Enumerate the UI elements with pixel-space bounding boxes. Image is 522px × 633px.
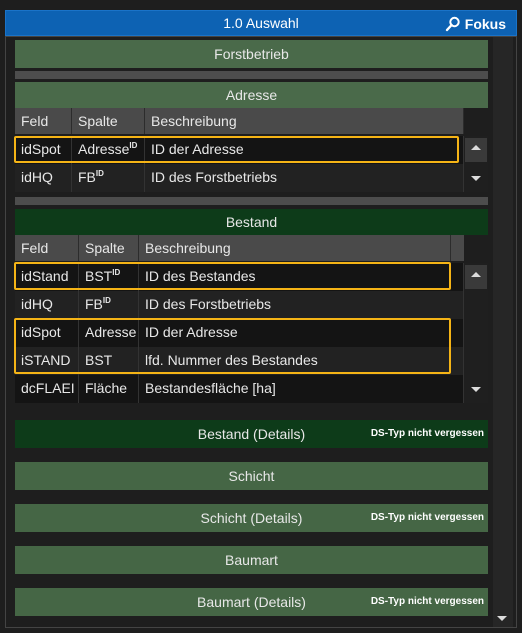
table-row[interactable]: idHQ FBID ID des Forstbetriebs — [15, 164, 464, 192]
cell-spalte: Fläche — [79, 375, 139, 403]
cell-feld: idSpot — [15, 319, 79, 347]
section-bestand-details[interactable]: Bestand (Details) DS-Typ nicht vergessen — [15, 420, 488, 448]
column-header-beschreibung[interactable]: Beschreibung — [145, 108, 464, 134]
cell-spalte: BST — [79, 347, 139, 375]
section-divider — [15, 71, 488, 79]
cell-spalte: AdresseID — [72, 136, 145, 164]
cell-feld: idSpot — [15, 136, 72, 164]
section-baumart[interactable]: Baumart — [15, 546, 488, 574]
id-marker: ID — [112, 268, 121, 277]
section-baumart-details[interactable]: Baumart (Details) DS-Typ nicht vergessen — [15, 588, 488, 616]
adresse-grid-header: Feld Spalte Beschreibung — [15, 108, 464, 134]
section-forstbetrieb[interactable]: Forstbetrieb — [15, 40, 488, 68]
arrow-up-icon[interactable] — [471, 145, 481, 150]
arrow-down-icon[interactable] — [471, 176, 481, 181]
section-adresse[interactable]: Adresse — [15, 82, 488, 108]
cell-beschreibung: lfd. Nummer des Bestandes — [139, 347, 464, 375]
bestand-grid-scrollbar[interactable] — [464, 263, 488, 403]
cell-spalte: FBID — [72, 164, 145, 192]
cell-spalte-text: Fläche — [85, 380, 128, 396]
column-header-spalte[interactable]: Spalte — [72, 108, 145, 134]
column-header-beschreibung[interactable]: Beschreibung — [139, 235, 451, 261]
cell-beschreibung: Bestandesfläche [ha] — [139, 375, 464, 403]
search-icon — [445, 16, 460, 32]
selection-panel: Forstbetrieb Adresse Feld Spalte Beschre… — [5, 36, 517, 628]
cell-feld: iSTAND — [15, 347, 79, 375]
bestand-grid-header: Feld Spalte Beschreibung — [15, 235, 464, 261]
cell-spalte: FBID — [79, 291, 139, 319]
cell-feld: idHQ — [15, 291, 79, 319]
focus-button[interactable]: Fokus — [445, 14, 506, 34]
table-row[interactable]: iSTAND BST lfd. Nummer des Bestandes — [15, 347, 464, 375]
window-title: 1.0 Auswahl — [223, 15, 299, 31]
cell-spalte-text: FB — [85, 296, 103, 312]
section-bestand[interactable]: Bestand — [15, 209, 488, 235]
id-marker: ID — [129, 141, 138, 150]
ds-type-note: DS-Typ nicht vergessen — [370, 596, 484, 607]
panel-scrollbar[interactable] — [493, 37, 513, 627]
cell-spalte-text: Adresse — [78, 141, 130, 157]
table-row[interactable]: idSpot Adresse ID der Adresse — [15, 319, 464, 347]
cell-feld: idHQ — [15, 164, 72, 192]
scrollbar-thumb[interactable] — [465, 265, 487, 289]
table-row[interactable]: idHQ FBID ID des Forstbetriebs — [15, 291, 464, 319]
ds-type-note: DS-Typ nicht vergessen — [370, 512, 484, 523]
window-titlebar: 1.0 Auswahl Fokus — [0, 0, 522, 36]
adresse-grid-scrollbar[interactable] — [464, 136, 488, 192]
cell-spalte-text: BST — [85, 352, 113, 368]
section-schicht[interactable]: Schicht — [15, 462, 488, 490]
cell-beschreibung: ID der Adresse — [139, 319, 464, 347]
table-row[interactable]: idStand BSTID ID des Bestandes — [15, 263, 464, 291]
cell-spalte: Adresse — [79, 319, 139, 347]
cell-spalte: BSTID — [79, 263, 139, 291]
cell-spalte-text: FB — [78, 169, 96, 185]
title-bar: 1.0 Auswahl Fokus — [5, 10, 517, 36]
bestand-grid: Feld Spalte Beschreibung idStand BSTID I… — [14, 235, 488, 407]
cell-spalte-text: Adresse — [85, 324, 137, 340]
cell-beschreibung: ID des Bestandes — [139, 263, 464, 291]
table-row[interactable]: dcFLAEI Fläche Bestandesfläche [ha] — [15, 375, 464, 403]
cell-spalte-text: BST — [85, 268, 113, 284]
column-header-feld[interactable]: Feld — [15, 108, 72, 134]
column-header-spalte[interactable]: Spalte — [79, 235, 139, 261]
ds-type-note: DS-Typ nicht vergessen — [370, 428, 484, 439]
section-divider — [15, 197, 488, 205]
scrollbar-thumb[interactable] — [465, 138, 487, 162]
focus-label: Fokus — [464, 16, 506, 32]
cell-beschreibung: ID der Adresse — [145, 136, 464, 164]
arrow-down-icon[interactable] — [497, 616, 507, 621]
cell-feld: dcFLAEI — [15, 375, 79, 403]
table-row[interactable]: idSpot AdresseID ID der Adresse — [15, 136, 464, 164]
adresse-grid: Feld Spalte Beschreibung idSpot AdresseI… — [14, 108, 488, 194]
cell-beschreibung: ID des Forstbetriebs — [145, 164, 464, 192]
column-header-feld[interactable]: Feld — [15, 235, 79, 261]
cell-beschreibung: ID des Forstbetriebs — [139, 291, 464, 319]
id-marker: ID — [102, 296, 111, 305]
cell-feld: idStand — [15, 263, 79, 291]
arrow-up-icon[interactable] — [471, 272, 481, 277]
id-marker: ID — [95, 169, 104, 178]
section-schicht-details[interactable]: Schicht (Details) DS-Typ nicht vergessen — [15, 504, 488, 532]
arrow-down-icon[interactable] — [471, 387, 481, 392]
